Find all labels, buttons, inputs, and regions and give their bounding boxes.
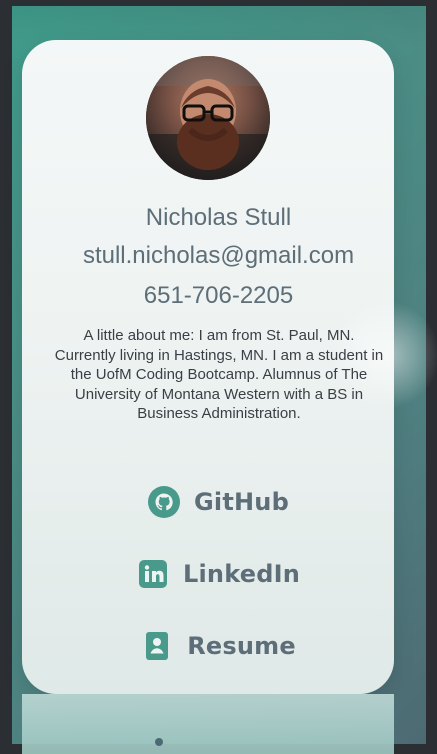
resume-link[interactable]: Resume <box>0 624 437 668</box>
profile-bio: A little about me: I am from St. Paul, M… <box>54 327 384 422</box>
lower-section <box>22 694 394 754</box>
linkedin-icon <box>137 558 169 590</box>
resume-icon <box>141 630 173 662</box>
github-label: GitHub <box>194 488 289 516</box>
resume-label: Resume <box>187 632 296 660</box>
linkedin-link[interactable]: LinkedIn <box>0 552 437 596</box>
lower-decorative-dot <box>155 738 163 746</box>
profile-phone[interactable]: 651-706-2205 <box>0 282 437 310</box>
github-link[interactable]: GitHub <box>0 480 437 524</box>
profile-email[interactable]: stull.nicholas@gmail.com <box>0 242 437 270</box>
linkedin-label: LinkedIn <box>183 560 300 588</box>
profile-avatar <box>146 56 270 180</box>
github-icon <box>148 486 181 518</box>
profile-name: Nicholas Stull <box>145 204 292 231</box>
